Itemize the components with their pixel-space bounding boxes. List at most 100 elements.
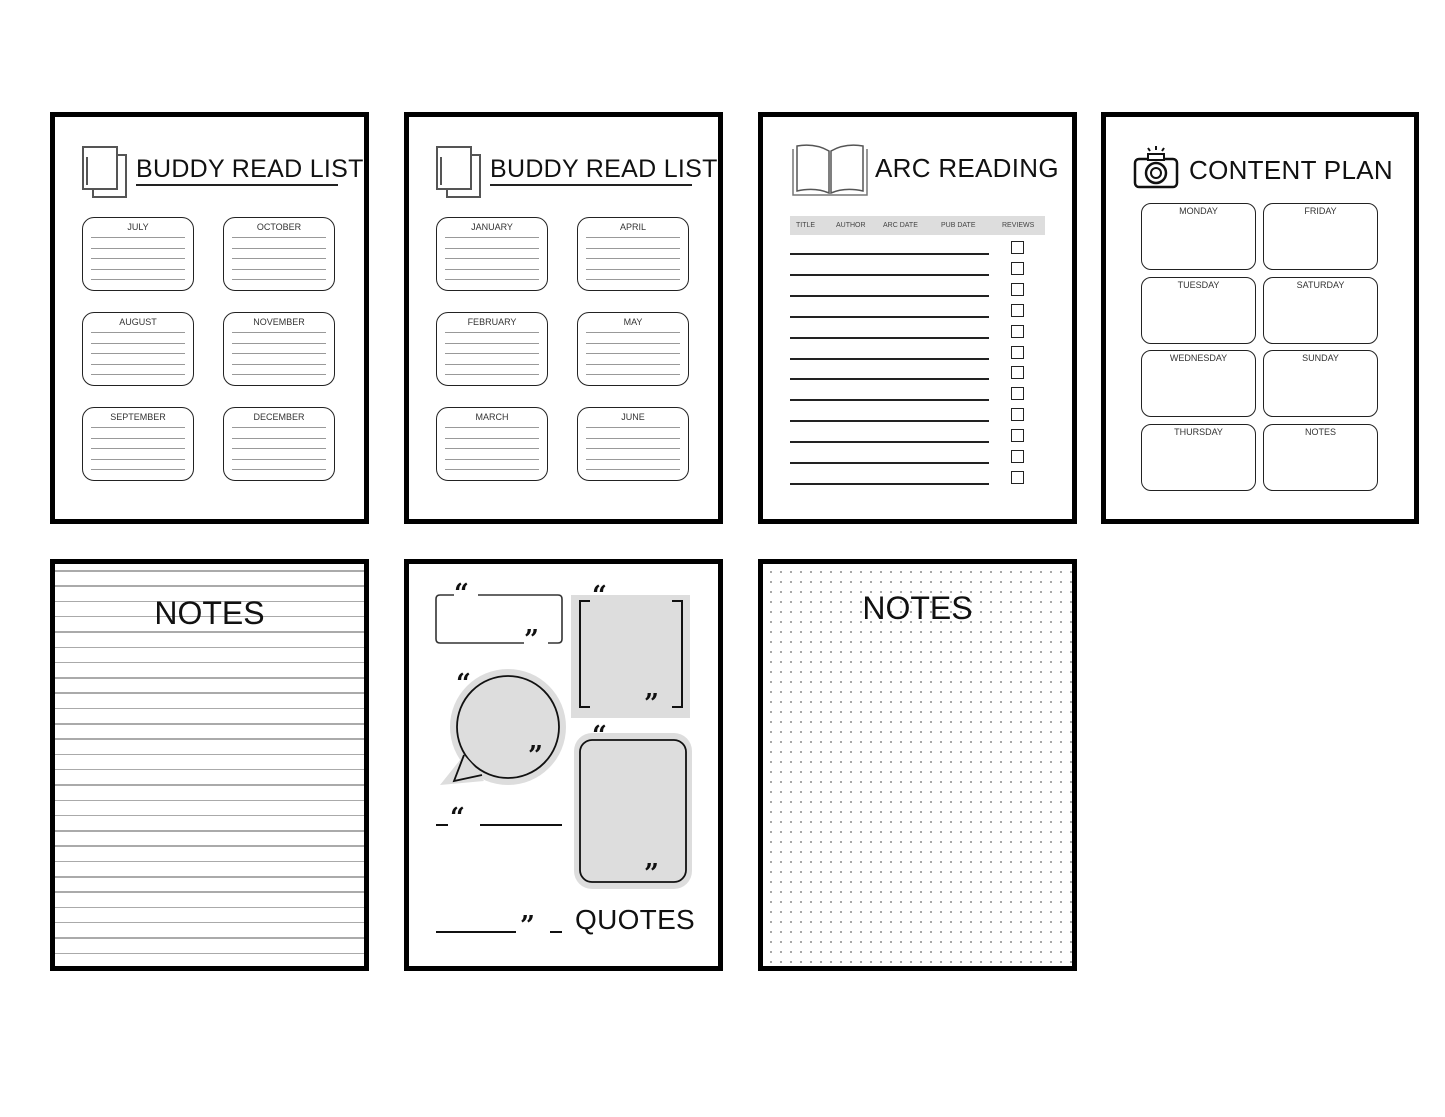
ruled-line bbox=[55, 692, 364, 694]
writing-line bbox=[445, 427, 539, 428]
title-underline bbox=[490, 184, 692, 186]
month-box: APRIL bbox=[577, 217, 689, 291]
review-checkbox[interactable] bbox=[1011, 241, 1024, 254]
entry-line bbox=[790, 357, 989, 360]
writing-line bbox=[586, 469, 680, 470]
month-label: OCTOBER bbox=[256, 222, 302, 232]
open-quote-icon: “ bbox=[450, 803, 465, 833]
column-header: TITLE bbox=[796, 222, 816, 229]
page-title: NOTES bbox=[862, 590, 973, 626]
review-checkbox[interactable] bbox=[1011, 387, 1024, 401]
ruled-line bbox=[55, 952, 364, 954]
writing-line bbox=[445, 363, 539, 365]
content-plan-page: CONTENT PLAN MONDAY FRIDAY TUESDAY SATURDAY… bbox=[1101, 112, 1419, 524]
ruled-line bbox=[55, 768, 364, 771]
writing-line bbox=[586, 268, 680, 270]
open-quote-icon: “ bbox=[456, 669, 471, 699]
day-label: SATURDAY bbox=[1296, 279, 1345, 290]
review-checkbox[interactable] bbox=[1011, 450, 1024, 463]
day-box: WEDNESDAY bbox=[1141, 350, 1256, 418]
day-label: MONDAY bbox=[1179, 206, 1218, 216]
month-box: JUNE bbox=[577, 407, 689, 481]
day-box: THURSDAY bbox=[1141, 424, 1256, 492]
page-title: BUDDY READ LIST bbox=[136, 155, 364, 183]
month-label: JUNE bbox=[621, 412, 645, 422]
entry-line bbox=[790, 482, 989, 485]
month-label: APRIL bbox=[619, 222, 646, 232]
review-checkbox[interactable] bbox=[1011, 282, 1024, 296]
ruled-line bbox=[55, 646, 364, 648]
page-title: QUOTES bbox=[575, 904, 696, 935]
close-quote-icon: ” bbox=[644, 859, 659, 889]
day-label: FRIDAY bbox=[1304, 206, 1337, 216]
open-quote-icon: “ bbox=[592, 721, 607, 751]
writing-line bbox=[91, 268, 185, 270]
writing-line bbox=[232, 247, 326, 249]
review-checkbox[interactable] bbox=[1011, 261, 1024, 275]
ruled-line bbox=[55, 830, 364, 832]
writing-line bbox=[91, 332, 185, 333]
writing-line bbox=[232, 237, 326, 238]
writing-line bbox=[445, 437, 539, 439]
review-checkbox[interactable] bbox=[1011, 408, 1024, 422]
review-checkbox[interactable] bbox=[1011, 345, 1024, 359]
close-quote-icon: ” bbox=[644, 689, 659, 719]
writing-line bbox=[91, 353, 185, 354]
review-checkbox[interactable] bbox=[1011, 470, 1024, 484]
page-title: NOTES bbox=[154, 595, 265, 631]
writing-line bbox=[91, 437, 185, 439]
review-checkbox[interactable] bbox=[1011, 324, 1024, 338]
writing-line bbox=[445, 448, 539, 449]
writing-line bbox=[91, 363, 185, 365]
month-label: FEBRUARY bbox=[467, 317, 517, 327]
writing-line bbox=[232, 448, 326, 449]
month-box: MARCH bbox=[436, 407, 548, 481]
day-box: SATURDAY bbox=[1263, 276, 1378, 344]
books-icon bbox=[82, 146, 127, 198]
writing-line bbox=[586, 458, 680, 460]
writing-line bbox=[586, 363, 680, 365]
month-box: OCTOBER bbox=[223, 217, 335, 291]
ruled-line bbox=[55, 921, 364, 924]
close-quote-icon: ” bbox=[520, 911, 535, 941]
month-box: DECEMBER bbox=[223, 407, 335, 481]
month-label: MAY bbox=[623, 317, 643, 327]
day-label: SUNDAY bbox=[1302, 353, 1339, 364]
buddy-read-list-page-2: BUDDY READ LIST JANUARY APRIL FEBRUARY MAY M… bbox=[404, 112, 723, 524]
writing-line bbox=[232, 374, 326, 375]
ruled-line bbox=[55, 891, 364, 893]
entry-line bbox=[790, 294, 989, 297]
table-header: TITLE AUTHOR ARC DATE PUB DATE REVIEWS bbox=[790, 216, 1045, 235]
entry-line bbox=[790, 420, 989, 423]
ruled-line bbox=[55, 585, 364, 587]
day-box: SUNDAY bbox=[1263, 350, 1378, 418]
writing-line bbox=[232, 268, 326, 270]
ruled-line bbox=[55, 677, 364, 679]
review-checkbox[interactable] bbox=[1011, 429, 1024, 443]
month-box: MAY bbox=[577, 312, 689, 386]
writing-line bbox=[232, 332, 326, 333]
review-checkbox[interactable] bbox=[1011, 303, 1024, 317]
rounded-quote-box bbox=[574, 733, 692, 889]
month-box: JULY bbox=[82, 217, 194, 291]
writing-line bbox=[232, 342, 326, 344]
open-quote-icon: “ bbox=[454, 579, 469, 609]
page-title: BUDDY READ LIST bbox=[490, 155, 718, 183]
ruled-line bbox=[55, 723, 364, 725]
writing-line bbox=[586, 427, 680, 428]
page-title: CONTENT PLAN bbox=[1189, 155, 1393, 185]
writing-line bbox=[586, 437, 680, 439]
page-title: ARC READING bbox=[875, 153, 1059, 183]
writing-line bbox=[232, 258, 326, 259]
column-header: AUTHOR bbox=[836, 222, 866, 229]
entry-line bbox=[790, 399, 989, 402]
writing-line bbox=[586, 353, 680, 354]
buddy-read-list-page-1: BUDDY READ LIST JULY OCTOBER AUGUST NOVEMBE… bbox=[50, 112, 369, 524]
day-label: TUESDAY bbox=[1177, 279, 1220, 290]
review-checkbox[interactable] bbox=[1011, 366, 1024, 380]
writing-line bbox=[586, 247, 680, 249]
day-label: NOTES bbox=[1304, 427, 1336, 438]
month-label: DECEMBER bbox=[253, 412, 305, 422]
bracket-quote-box bbox=[571, 595, 690, 718]
column-header: PUB DATE bbox=[941, 222, 976, 229]
